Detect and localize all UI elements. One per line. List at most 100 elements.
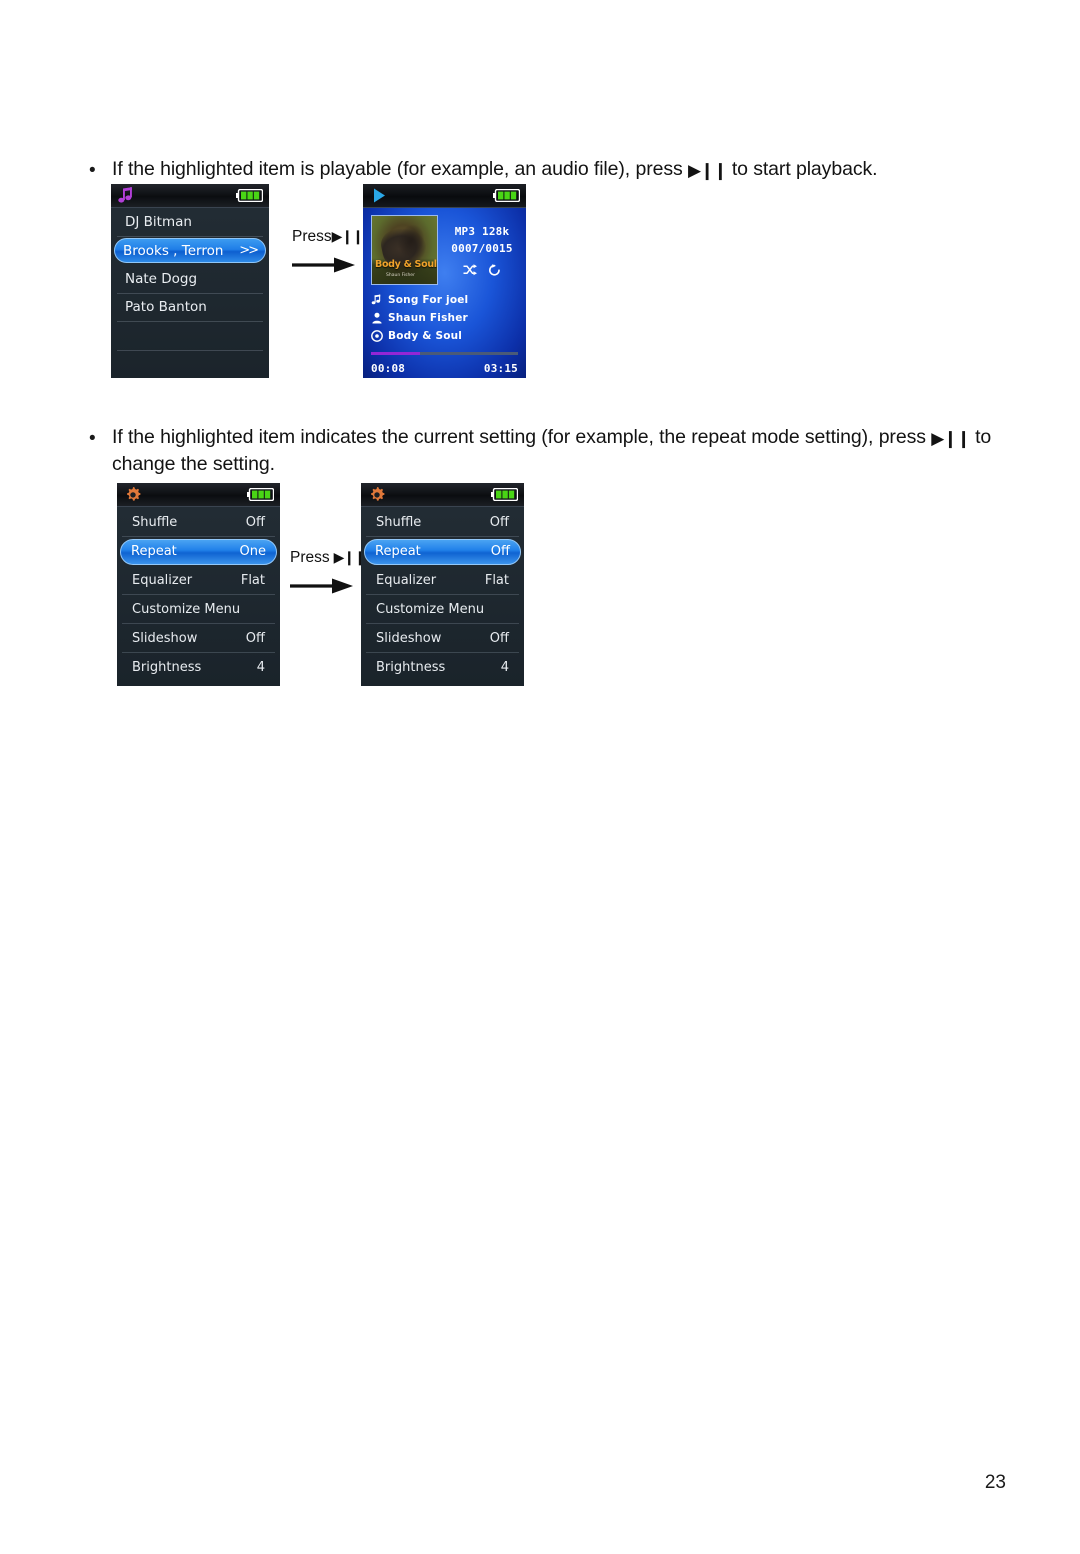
settings-row-repeat-selected[interactable]: Repeat One (120, 537, 277, 566)
track-artist-row: Shaun Fisher (371, 310, 521, 326)
chevron-right-icon: >> (239, 243, 259, 259)
playback-mode-icons (443, 263, 521, 281)
settings-row-label: Slideshow (376, 630, 442, 646)
settings-row-slideshow[interactable]: Slideshow Off (366, 624, 519, 653)
shuffle-icon (463, 263, 477, 281)
bullet-marker: • (89, 428, 96, 449)
settings-row-customize-menu[interactable]: Customize Menu (366, 595, 519, 624)
settings-row-shuffle[interactable]: Shuffle Off (366, 508, 519, 537)
settings-row-value: One (239, 544, 266, 559)
right-arrow-icon (292, 255, 363, 280)
bullet-text-setting: If the highlighted item indicates the cu… (112, 424, 1014, 477)
track-title-row: Song For joel (371, 292, 521, 308)
gear-icon (123, 485, 143, 504)
manual-page: • If the highlighted item is playable (f… (0, 0, 1080, 1554)
selection-pill: Repeat Off (364, 538, 521, 565)
settings-row-value: 4 (500, 660, 509, 675)
battery-full-icon (236, 188, 264, 203)
album-art-title: Body & Soul (375, 259, 437, 270)
status-bar-now-playing (363, 184, 526, 208)
music-note-icon (117, 186, 137, 205)
settings-row-brightness[interactable]: Brightness 4 (366, 653, 519, 682)
settings-row-label: Repeat (131, 544, 177, 559)
device-screen-browse-list: DJ Bitman Brooks , Terron >> Nate Dogg P… (111, 184, 269, 378)
disc-icon (371, 330, 383, 342)
settings-row-brightness[interactable]: Brightness 4 (122, 653, 275, 682)
settings-row-slideshow[interactable]: Slideshow Off (122, 624, 275, 653)
track-album: Body & Soul (388, 330, 463, 342)
settings-row-value: Off (490, 544, 510, 559)
selection-pill: Repeat One (120, 538, 277, 565)
time-row: 00:08 03:15 (371, 362, 518, 375)
repeat-icon (488, 263, 501, 281)
album-art-subtitle: Shaun Fisher (386, 273, 415, 278)
press-label: Press ▶❙❙ (290, 549, 366, 567)
track-album-row: Body & Soul (371, 328, 521, 344)
settings-row-label: Equalizer (376, 572, 437, 588)
browse-list-body: DJ Bitman Brooks , Terron >> Nate Dogg P… (111, 208, 269, 378)
playback-meta: MP3 128k 0007/0015 (443, 223, 521, 281)
settings-row-label: Customize Menu (376, 601, 485, 617)
settings-row-label: Shuffle (376, 514, 422, 530)
settings-row-value: Off (245, 630, 265, 646)
person-icon (371, 312, 383, 324)
elapsed-time: 00:08 (371, 362, 406, 375)
track-title: Song For joel (388, 294, 469, 306)
music-note-icon (371, 294, 383, 306)
status-bar-browse (111, 184, 269, 208)
bullet-text-playback: If the highlighted item is playable (for… (112, 156, 878, 183)
settings-list-before: Shuffle Off Repeat One Equalizer Flat Cu… (117, 507, 280, 686)
progress-bar[interactable] (371, 352, 518, 355)
status-bar-settings-after (361, 483, 524, 507)
settings-row-label: Repeat (375, 544, 421, 559)
album-art: Body & Soul Shaun Fisher (371, 215, 438, 285)
settings-row-customize-menu[interactable]: Customize Menu (122, 595, 275, 624)
battery-full-icon (493, 188, 521, 203)
settings-row-label: Slideshow (132, 630, 198, 646)
press-word: Press (292, 228, 332, 245)
gear-icon (367, 485, 387, 504)
settings-row-label: Customize Menu (132, 601, 241, 617)
settings-row-label: Brightness (132, 660, 202, 675)
list-item[interactable]: Nate Dogg (117, 265, 263, 294)
list-item[interactable]: Pato Banton (117, 294, 263, 322)
list-item-selected[interactable]: Brooks , Terron >> (114, 237, 266, 266)
track-counter: 0007/0015 (451, 242, 513, 255)
progress-bar-fill (371, 352, 420, 355)
page-number: 23 (984, 1472, 1006, 1493)
total-time: 03:15 (483, 362, 518, 375)
track-artist: Shaun Fisher (388, 312, 468, 324)
settings-row-value: Off (489, 514, 509, 530)
settings-row-value: Off (245, 514, 265, 530)
codec-bitrate: MP3 128k (454, 225, 510, 238)
device-screen-settings-after: Shuffle Off Repeat Off Equalizer Flat Cu… (361, 483, 524, 686)
play-pause-glyph-icon: ▶❙❙ (931, 429, 971, 448)
settings-row-equalizer[interactable]: Equalizer Flat (366, 566, 519, 595)
settings-list-after: Shuffle Off Repeat Off Equalizer Flat Cu… (361, 507, 524, 686)
list-item-label: Nate Dogg (125, 270, 198, 287)
bullet-text-after: to start playback. (726, 158, 878, 180)
list-item[interactable]: DJ Bitman (117, 208, 263, 237)
battery-full-icon (491, 487, 519, 502)
bullet-item-playback: • If the highlighted item is playable (f… (84, 156, 994, 186)
bullet-item-setting: • If the highlighted item indicates the … (84, 424, 1014, 477)
track-info: Song For joel Shaun Fisher Body & Soul (371, 292, 521, 346)
list-item-label: Pato Banton (125, 299, 207, 316)
play-icon (369, 186, 389, 205)
settings-row-value: Flat (240, 572, 265, 588)
play-pause-glyph-icon: ▶❙❙ (331, 228, 364, 244)
device-screen-now-playing: Body & Soul Shaun Fisher MP3 128k 0007/0… (363, 184, 526, 378)
selection-pill: Brooks , Terron >> (114, 238, 266, 264)
bullet-text-before: If the highlighted item is playable (for… (112, 158, 688, 180)
list-item-empty (117, 322, 263, 351)
settings-row-label: Equalizer (132, 572, 193, 588)
settings-row-value: 4 (256, 660, 265, 675)
settings-row-repeat-selected[interactable]: Repeat Off (364, 537, 521, 566)
list-item-label: DJ Bitman (125, 213, 192, 230)
press-label: Press ▶❙❙ (292, 228, 364, 246)
right-arrow-icon (290, 576, 365, 601)
list-item-empty (117, 351, 263, 379)
press-word: Press (290, 549, 330, 566)
settings-row-equalizer[interactable]: Equalizer Flat (122, 566, 275, 595)
settings-row-shuffle[interactable]: Shuffle Off (122, 508, 275, 537)
